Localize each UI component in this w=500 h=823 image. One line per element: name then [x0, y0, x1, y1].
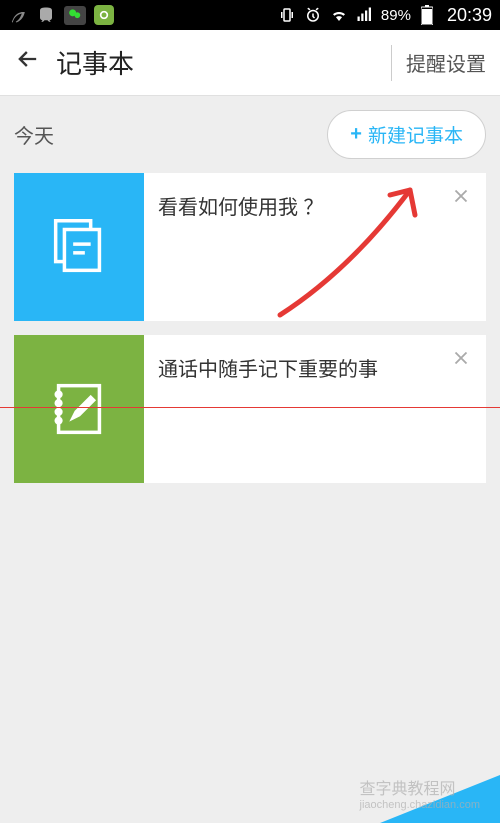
status-bar: 89% 20:39: [0, 0, 500, 30]
page-title: 记事本: [56, 44, 391, 81]
content-area: 今天 + 新建记事本 看看如何使用我 ？: [0, 96, 500, 511]
plus-icon: +: [350, 123, 362, 146]
status-left-icons: [8, 5, 277, 25]
watermark: 查字典教程网 jiaocheng.chazidian.com: [300, 763, 500, 823]
battery-percent: 89%: [381, 7, 411, 24]
card-title: 通话中随手记下重要的事: [158, 353, 472, 382]
safe360-icon: [94, 5, 114, 25]
notepad-edit-icon: [14, 335, 144, 483]
back-arrow-icon[interactable]: [14, 45, 42, 80]
train-icon: [36, 5, 56, 25]
section-header-row: 今天 + 新建记事本: [14, 110, 486, 159]
card-content: 看看如何使用我 ？: [144, 173, 486, 321]
card-title: 看看如何使用我 ？: [158, 191, 472, 220]
note-card[interactable]: 看看如何使用我 ？: [14, 173, 486, 321]
vibrate-icon: [277, 5, 297, 25]
app-header: 记事本 提醒设置: [0, 30, 500, 96]
card-content: 通话中随手记下重要的事: [144, 335, 486, 483]
note-card[interactable]: 通话中随手记下重要的事: [14, 335, 486, 483]
watermark-text: 查字典教程网 jiaocheng.chazidian.com: [360, 775, 480, 811]
wifi-icon: [329, 5, 349, 25]
new-note-button-label: 新建记事本: [368, 121, 463, 148]
wechat-icon: [64, 6, 86, 25]
status-right-icons: 89% 20:39: [277, 5, 492, 26]
close-icon[interactable]: [450, 347, 472, 376]
leaf-icon: [8, 5, 28, 25]
signal-icon: [355, 5, 375, 25]
reminder-settings-link[interactable]: 提醒设置: [406, 48, 486, 77]
close-icon[interactable]: [450, 185, 472, 214]
document-icon: [14, 173, 144, 321]
battery-icon: [417, 5, 437, 25]
alarm-icon: [303, 5, 323, 25]
new-note-button[interactable]: + 新建记事本: [327, 110, 486, 159]
status-time: 20:39: [447, 5, 492, 26]
section-today-label: 今天: [14, 120, 327, 149]
divider: [391, 45, 392, 81]
